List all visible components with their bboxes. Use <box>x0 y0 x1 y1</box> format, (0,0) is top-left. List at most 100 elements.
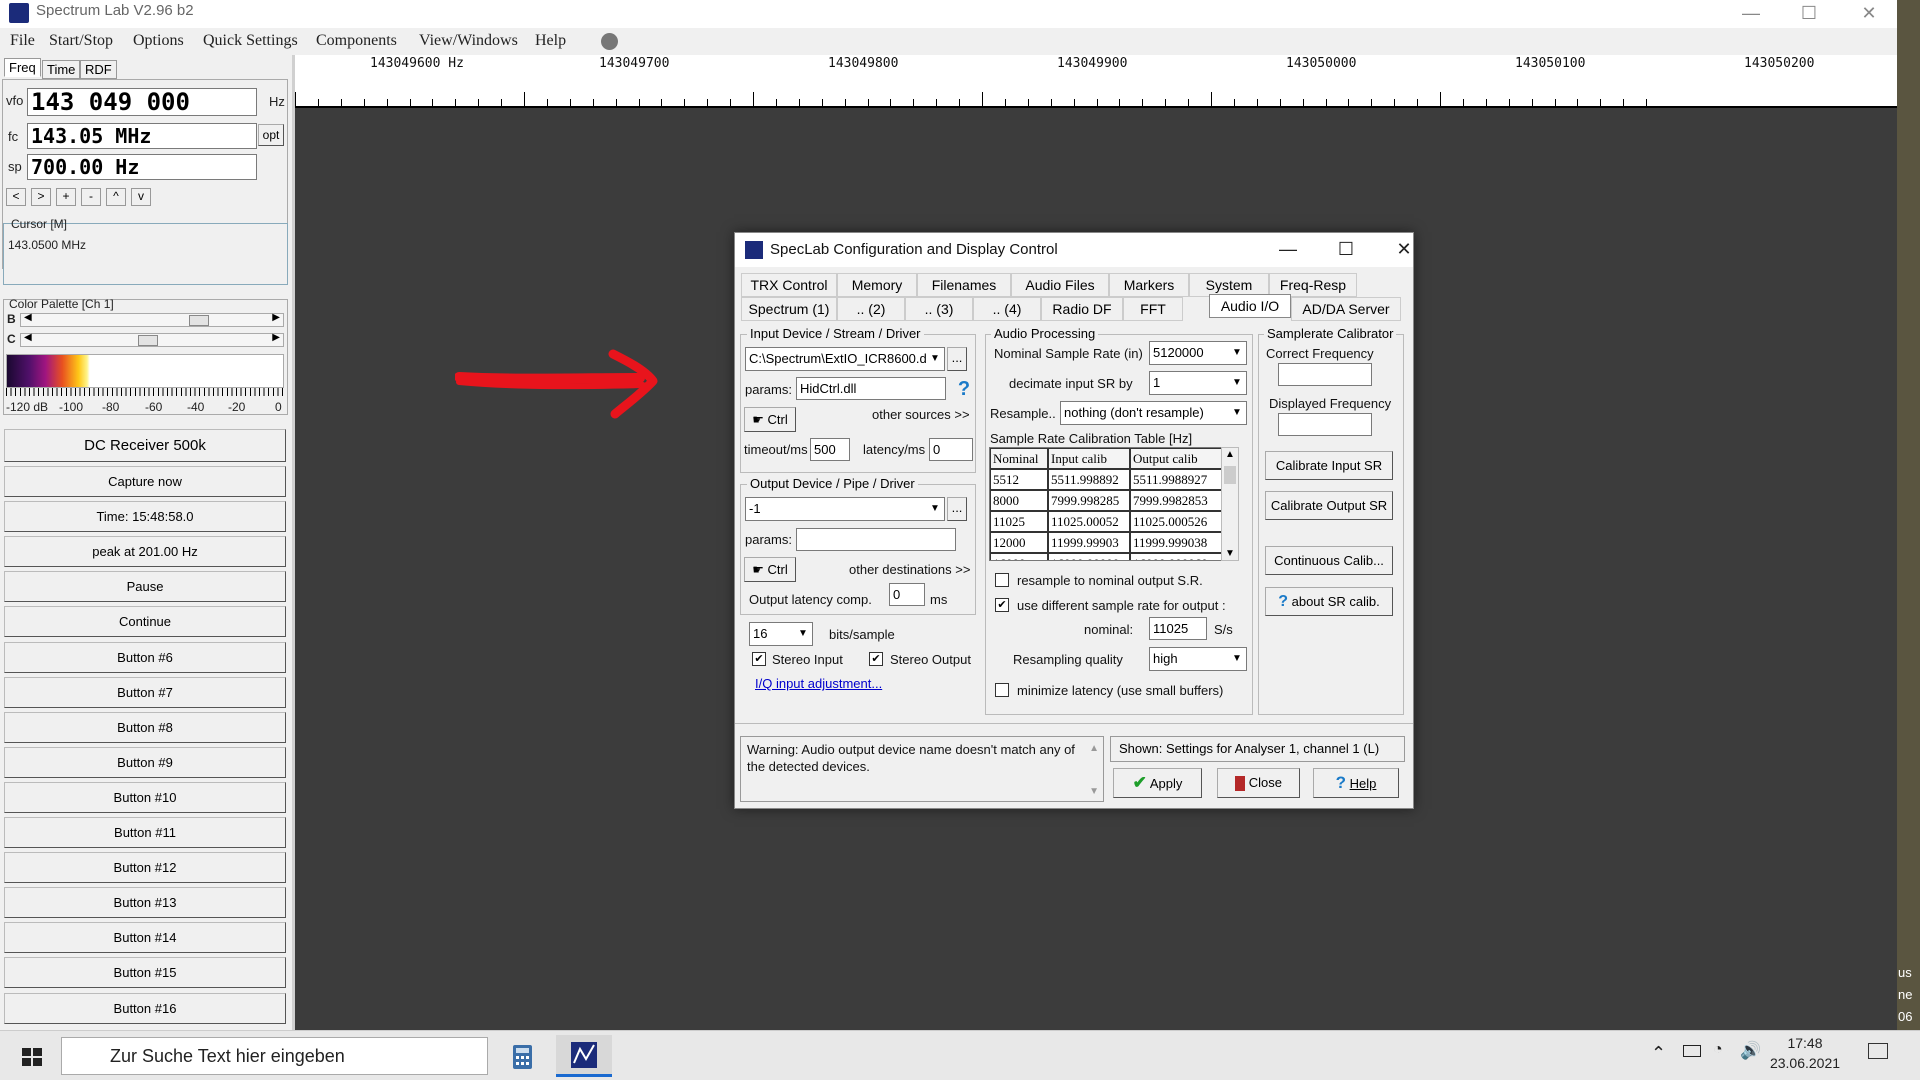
table-cell[interactable]: 16000 <box>990 553 1048 560</box>
resample-select[interactable]: nothing (don't resample) ▼ <box>1060 401 1247 425</box>
user-button-7[interactable]: Button #7 <box>4 676 286 708</box>
user-button-6[interactable]: Button #6 <box>4 641 286 673</box>
stereo-input-checkbox[interactable]: ✔ <box>752 652 766 666</box>
calibration-table[interactable]: Nominal Input calib Output calib 5512 5511.9… <box>989 447 1239 561</box>
menu-options[interactable]: Options <box>133 32 184 50</box>
opt-button[interactable]: opt <box>258 124 284 146</box>
contrast-thumb[interactable] <box>138 335 158 346</box>
user-button-11[interactable]: Button #11 <box>4 817 286 848</box>
tab-spectrum-1[interactable]: Spectrum (1) <box>741 297 837 321</box>
timeout-field[interactable]: 500 <box>810 438 850 461</box>
minimize-latency-checkbox[interactable] <box>995 683 1009 697</box>
table-cell[interactable]: 7999.9982853 <box>1130 490 1222 511</box>
table-cell[interactable]: 7999.998285 <box>1048 490 1130 511</box>
table-cell[interactable]: 11025 <box>990 511 1048 532</box>
table-cell[interactable]: 5511.9988927 <box>1130 469 1222 490</box>
color-palette-bar[interactable] <box>6 354 284 388</box>
table-cell[interactable]: 11025.000526 <box>1130 511 1222 532</box>
tab-spectrum-2[interactable]: .. (2) <box>837 297 905 321</box>
tab-filenames[interactable]: Filenames <box>917 273 1011 297</box>
close-dialog-button[interactable]: Close <box>1217 768 1300 798</box>
user-button-5[interactable]: Continue <box>4 606 286 638</box>
brightness-thumb[interactable] <box>189 315 209 326</box>
user-button-4[interactable]: Pause <box>4 571 286 603</box>
scroll-up-icon[interactable]: ▲ <box>1089 743 1099 754</box>
shift-right-button[interactable]: > <box>31 188 51 206</box>
user-button-9[interactable]: Button #9 <box>4 746 286 778</box>
calibrate-input-sr-button[interactable]: Calibrate Input SR <box>1265 451 1393 480</box>
tab-fft[interactable]: FFT <box>1123 297 1183 321</box>
minimize-button[interactable]: — <box>1728 0 1774 28</box>
menu-view-windows[interactable]: View/Windows <box>419 32 518 50</box>
fc-input[interactable]: 143.05 MHz <box>27 123 257 149</box>
latency-field[interactable]: 0 <box>929 438 973 461</box>
search-input[interactable]: Zur Suche Text hier eingeben <box>61 1037 488 1075</box>
zoom-out-button[interactable]: - <box>81 188 101 206</box>
tab-audio-files[interactable]: Audio Files <box>1011 273 1109 297</box>
menu-start-stop[interactable]: Start/Stop <box>49 32 113 50</box>
input-browse-button[interactable]: ... <box>947 347 967 371</box>
user-button-15[interactable]: Button #15 <box>4 957 286 989</box>
scroll-up-icon[interactable]: ▲ <box>1225 449 1235 460</box>
output-browse-button[interactable]: ... <box>947 497 967 521</box>
tab-freq[interactable]: Freq <box>4 58 41 77</box>
table-cell[interactable]: 8000 <box>990 490 1048 511</box>
apply-button[interactable]: ✔ Apply <box>1113 768 1202 798</box>
brightness-slider[interactable]: ◀ ▶ <box>20 312 284 327</box>
table-cell[interactable]: 11025.00052 <box>1048 511 1130 532</box>
output-ctrl-button[interactable]: ☛ Ctrl <box>744 557 796 582</box>
calculator-taskbar-icon[interactable] <box>494 1035 550 1077</box>
other-destinations-button[interactable]: other destinations >> <box>849 562 970 577</box>
nominal-output-field[interactable]: 11025 <box>1149 617 1207 640</box>
input-ctrl-button[interactable]: ☛ Ctrl <box>744 407 796 432</box>
displayed-frequency-field[interactable] <box>1278 413 1372 436</box>
use-different-sr-checkbox[interactable]: ✔ <box>995 598 1009 612</box>
step-down-button[interactable]: v <box>131 188 151 206</box>
tab-rdf[interactable]: RDF <box>80 60 117 79</box>
start-button[interactable] <box>8 1037 56 1075</box>
scroll-thumb[interactable] <box>1224 466 1236 484</box>
input-device-select[interactable]: C:\Spectrum\ExtIO_ICR8600.dll ▼ <box>745 347 945 371</box>
user-button-10[interactable]: Button #10 <box>4 781 286 813</box>
maximize-button[interactable]: ☐ <box>1786 0 1832 28</box>
user-button-2[interactable]: Time: 15:48:58.0 <box>4 501 286 533</box>
tab-adda-server[interactable]: AD/DA Server <box>1291 297 1401 321</box>
resampling-quality-select[interactable]: high ▼ <box>1149 647 1247 671</box>
other-sources-button[interactable]: other sources >> <box>872 407 970 422</box>
table-cell[interactable]: 16000.000060 <box>1130 553 1222 560</box>
shift-left-button[interactable]: < <box>6 188 26 206</box>
iq-adjustment-link[interactable]: I/Q input adjustment... <box>755 676 882 691</box>
wifi-icon[interactable]: ◔ <box>1713 1041 1723 1059</box>
notification-icon[interactable] <box>1868 1043 1888 1059</box>
dialog-minimize-button[interactable]: — <box>1268 237 1308 263</box>
nominal-sample-rate-select[interactable]: 5120000 ▼ <box>1149 341 1247 365</box>
vfo-input[interactable]: 143 049 000 <box>27 88 257 116</box>
dialog-maximize-button[interactable]: ☐ <box>1326 237 1366 263</box>
bits-per-sample-select[interactable]: 16 ▼ <box>749 622 813 646</box>
scroll-down-icon[interactable]: ▼ <box>1089 786 1099 797</box>
tab-memory[interactable]: Memory <box>837 273 917 297</box>
menu-file[interactable]: File <box>10 32 35 50</box>
receiver-button[interactable]: DC Receiver 500k <box>4 429 286 462</box>
menu-help[interactable]: Help <box>535 32 566 50</box>
table-cell[interactable]: 11999.999038 <box>1130 532 1222 553</box>
resample-nominal-checkbox[interactable] <box>995 573 1009 587</box>
table-cell[interactable]: 5512 <box>990 469 1048 490</box>
menu-components[interactable]: Components <box>316 32 397 50</box>
tab-time[interactable]: Time <box>42 60 81 79</box>
tab-spectrum-4[interactable]: .. (4) <box>973 297 1041 321</box>
help-button[interactable]: ? Help <box>1313 768 1399 798</box>
output-latency-field[interactable]: 0 <box>889 583 925 606</box>
contrast-slider[interactable]: ◀ ▶ <box>20 332 284 347</box>
user-button-8[interactable]: Button #8 <box>4 711 286 743</box>
table-cell[interactable]: 12000 <box>990 532 1048 553</box>
spectrum-lab-taskbar-icon[interactable] <box>556 1035 612 1077</box>
clock[interactable]: 17:48 23.06.2021 <box>1760 1035 1850 1071</box>
user-button-16[interactable]: Button #16 <box>4 992 286 1024</box>
user-button-1[interactable]: Capture now <box>4 466 286 497</box>
table-cell[interactable]: 5511.998892 <box>1048 469 1130 490</box>
frequency-ruler[interactable]: 143049600 Hz 143049700 143049800 1430499… <box>295 55 1897 108</box>
volume-icon[interactable]: 🔊 <box>1740 1041 1761 1061</box>
dialog-close-icon[interactable]: ✕ <box>1384 237 1424 263</box>
input-params-field[interactable]: HidCtrl.dll <box>796 377 946 400</box>
